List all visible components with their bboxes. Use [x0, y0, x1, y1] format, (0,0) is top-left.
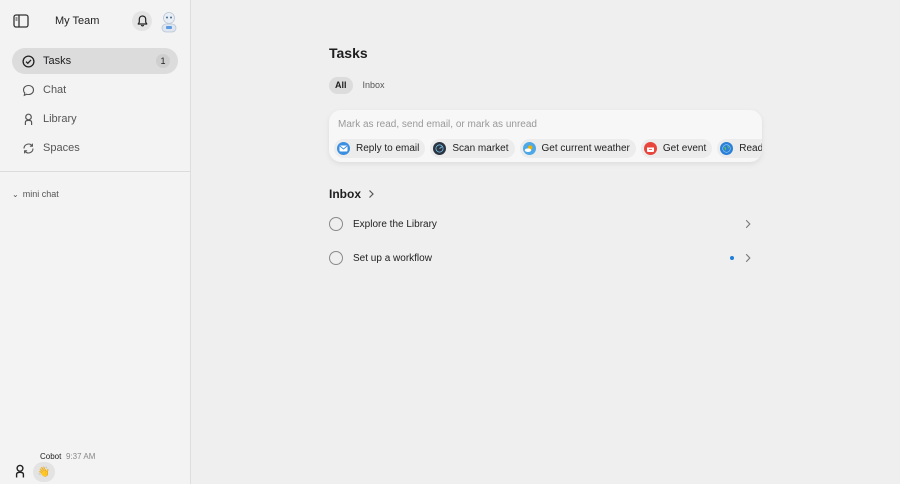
radar-icon [433, 142, 447, 155]
sync-icon [21, 141, 35, 155]
chip-label: Get current weather [541, 143, 630, 154]
task-label: Explore the Library [353, 218, 437, 230]
weather-icon [522, 142, 536, 155]
unread-dot [730, 256, 734, 260]
sidebar-nav: Tasks 1 Chat Library Spaces [12, 48, 178, 164]
sidebar: My Team Tasks 1 Chat Library Spaces ⌄ mi… [0, 0, 191, 484]
chevron-right-icon [745, 253, 751, 263]
check-circle-icon [21, 54, 35, 68]
chat-message-bubble[interactable]: 👋 [33, 462, 55, 482]
team-name[interactable]: My Team [55, 15, 99, 27]
sidebar-item-label: Chat [43, 84, 67, 96]
chip-reply-to-email[interactable]: Reply to email [334, 139, 426, 158]
sidebar-toggle-icon[interactable] [13, 14, 29, 28]
notifications-button[interactable] [132, 11, 152, 31]
bell-icon [137, 15, 147, 27]
mini-chat-section[interactable]: ⌄ mini chat [12, 189, 59, 199]
quick-actions: Reply to email Scan market Get current w… [334, 139, 762, 158]
sidebar-item-chat[interactable]: Chat [12, 77, 178, 103]
globe-icon [720, 142, 734, 155]
chip-scan-market[interactable]: Scan market [430, 139, 515, 158]
chip-get-current-weather[interactable]: Get current weather [519, 139, 636, 158]
chip-label: Reply to email [356, 143, 420, 154]
sidebar-item-label: Library [43, 113, 77, 125]
tasks-count-badge: 1 [156, 54, 170, 68]
mini-chat-label: mini chat [22, 189, 59, 199]
command-box: Reply to email Scan market Get current w… [329, 110, 762, 162]
chip-label: Get event [662, 143, 707, 154]
chevron-right-icon [745, 219, 751, 229]
sidebar-item-label: Spaces [43, 142, 80, 154]
user-avatar[interactable] [159, 11, 179, 33]
task-label: Set up a workflow [353, 252, 432, 264]
task-checkbox[interactable] [329, 217, 343, 231]
mail-icon [337, 142, 350, 155]
command-input[interactable] [338, 119, 748, 130]
chip-label: Scan market [452, 143, 509, 154]
calendar-icon [643, 142, 657, 155]
chat-bubble-icon [21, 83, 35, 97]
chevron-down-icon: ⌄ [12, 189, 19, 199]
task-tabs: All Inbox [329, 77, 395, 94]
task-row[interactable]: Explore the Library [329, 212, 761, 236]
tab-all[interactable]: All [329, 77, 353, 94]
task-row[interactable]: Set up a workflow [329, 246, 761, 270]
wave-emoji: 👋 [37, 466, 51, 478]
sidebar-item-spaces[interactable]: Spaces [12, 135, 178, 161]
sidebar-header: My Team [0, 0, 190, 44]
chip-get-event[interactable]: Get event [640, 139, 713, 158]
cobot-avatar-icon[interactable] [13, 464, 27, 478]
chip-read-web-page[interactable]: Read web page [717, 139, 762, 158]
tab-inbox[interactable]: Inbox [357, 77, 391, 94]
person-icon [21, 112, 35, 126]
chevron-right-icon [369, 190, 374, 198]
task-checkbox[interactable] [329, 251, 343, 265]
inbox-title: Inbox [329, 187, 361, 201]
sidebar-item-label: Tasks [43, 55, 72, 67]
chip-label: Read web page [739, 143, 762, 154]
sidebar-divider [0, 171, 190, 172]
inbox-section-header[interactable]: Inbox [329, 187, 375, 201]
sidebar-item-tasks[interactable]: Tasks 1 [12, 48, 178, 74]
sidebar-item-library[interactable]: Library [12, 106, 178, 132]
chat-sender-name: Cobot [40, 452, 62, 461]
page-title: Tasks [329, 45, 368, 61]
main-content: Tasks All Inbox Reply to email Scan mark… [191, 0, 900, 484]
chat-timestamp: 9:37 AM [66, 452, 96, 461]
